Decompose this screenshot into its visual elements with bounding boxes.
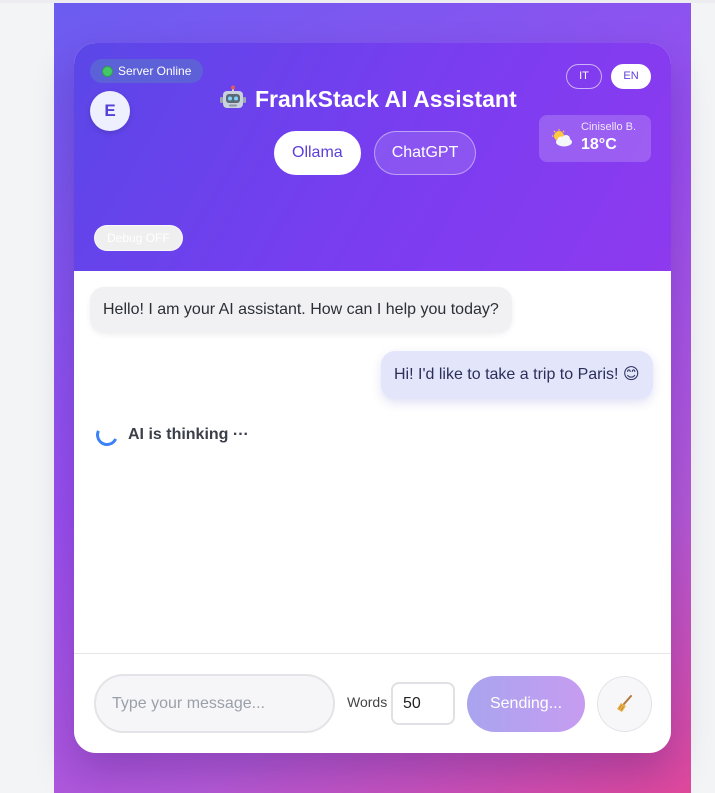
- weather-city: Cinisello B.: [581, 121, 637, 133]
- robot-icon: [220, 85, 246, 108]
- language-en-button[interactable]: EN: [611, 64, 651, 89]
- clear-chat-button[interactable]: [597, 676, 652, 732]
- send-button[interactable]: Sending...: [467, 676, 585, 732]
- words-count-input[interactable]: [391, 682, 455, 725]
- app-title: FrankStack AI Assistant: [255, 85, 517, 112]
- chat-messages: Hello! I am your AI assistant. How can I…: [74, 271, 671, 653]
- chat-header: Server Online E FrankStack AI Assistant …: [74, 43, 671, 271]
- partly-cloudy-icon: [552, 129, 572, 147]
- words-label: Words: [347, 694, 388, 710]
- page-title: FrankStack AI Assistant: [219, 83, 529, 115]
- broom-icon: [616, 695, 632, 712]
- server-status-label: Server Online: [118, 64, 192, 78]
- thinking-indicator: AI is thinking ···: [92, 420, 249, 450]
- message-input[interactable]: [94, 674, 335, 733]
- language-switch: IT EN: [566, 64, 651, 89]
- chat-card: Server Online E FrankStack AI Assistant …: [74, 43, 671, 753]
- weather-widget: Cinisello B. 18°C: [539, 115, 651, 162]
- weather-temperature: 18°C: [581, 136, 617, 153]
- assistant-message: Hello! I am your AI assistant. How can I…: [90, 287, 512, 333]
- spinner-icon: [92, 420, 122, 450]
- thinking-label: AI is thinking ···: [128, 426, 249, 443]
- tab-ollama[interactable]: Ollama: [274, 131, 361, 175]
- user-message: Hi! I'd like to take a trip to Paris! 😊: [381, 351, 653, 399]
- input-bar: Words Sending...: [74, 654, 671, 753]
- debug-toggle-button[interactable]: Debug OFF: [94, 225, 183, 251]
- server-status-badge: Server Online: [90, 59, 204, 83]
- model-tabs: Ollama ChatGPT: [274, 131, 477, 175]
- avatar[interactable]: E: [90, 91, 130, 131]
- language-it-button[interactable]: IT: [566, 64, 602, 89]
- status-dot-icon: [102, 65, 113, 77]
- tab-chatgpt[interactable]: ChatGPT: [373, 131, 477, 175]
